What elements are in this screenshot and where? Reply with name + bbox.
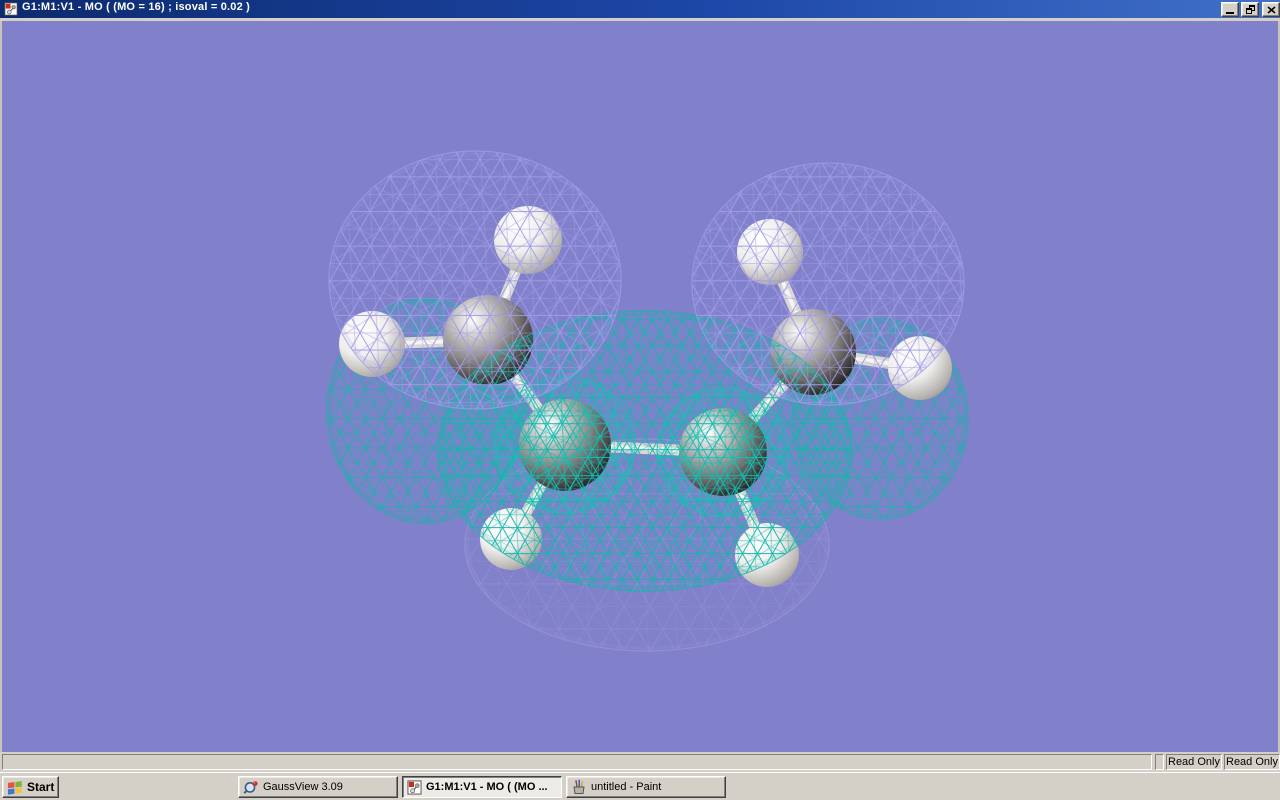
statusbar-message-area: [2, 754, 1152, 770]
taskbar-item-paint[interactable]: untitled - Paint: [566, 776, 726, 798]
gaussview-app-icon: [243, 779, 259, 795]
close-icon[interactable]: [1262, 2, 1280, 17]
taskbar: Start GaussView 3.09 G1:M1:V1 - MO ((MO…: [0, 772, 1280, 800]
taskbar-item-label: G1:M1:V1 - MO ( (MO ...: [426, 781, 548, 793]
orbital-lobe-purple-top-right: [691, 162, 965, 406]
gaussview-doc-icon: [4, 2, 18, 16]
statusbar: Read Only Read Only: [0, 752, 1280, 772]
taskbar-item-mo-window[interactable]: G1:M1:V1 - MO ( (MO ...: [402, 776, 562, 798]
restore-icon[interactable]: [1241, 2, 1259, 17]
read-only-badge-1: Read Only: [1166, 754, 1222, 770]
statusbar-spacer: [1155, 754, 1164, 770]
taskbar-item-label: untitled - Paint: [591, 781, 662, 793]
minimize-icon[interactable]: [1221, 2, 1239, 17]
taskbar-item-gaussview[interactable]: GaussView 3.09: [238, 776, 398, 798]
windows-flag-icon: [7, 780, 23, 795]
paint-icon: [571, 779, 587, 795]
gaussview-doc-icon: [407, 779, 422, 795]
molecule-render: [326, 150, 969, 652]
window-title: G1:M1:V1 - MO ( (MO = 16) ; isoval = 0.0…: [22, 1, 251, 13]
titlebar: G1:M1:V1 - MO ( (MO = 16) ; isoval = 0.0…: [0, 0, 1280, 18]
molecule-viewport[interactable]: [0, 21, 1280, 752]
read-only-badge-2: Read Only: [1224, 754, 1280, 770]
orbital-lobe-purple-top-left: [328, 150, 622, 410]
start-button[interactable]: Start: [2, 776, 59, 798]
start-label: Start: [27, 780, 55, 794]
orbital-lobe-cyan-cap-right: [656, 387, 790, 517]
taskbar-item-label: GaussView 3.09: [263, 781, 343, 793]
screen: G1:M1:V1 - MO ( (MO = 16) ; isoval = 0.0…: [0, 0, 1280, 800]
lobes-front: [328, 150, 965, 592]
